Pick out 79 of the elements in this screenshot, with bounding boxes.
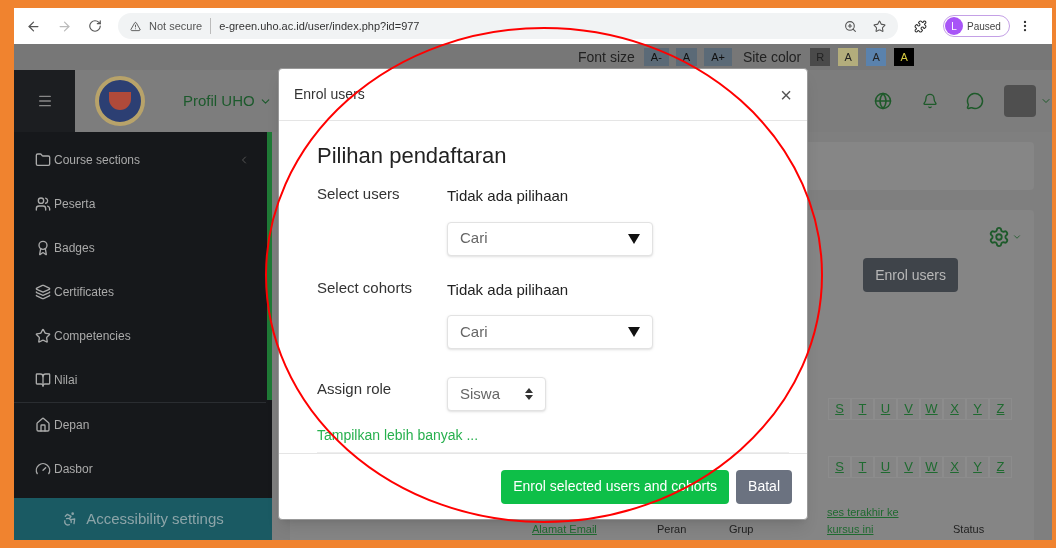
sidebar-item[interactable]: Nilai [14, 358, 266, 402]
star-icon[interactable] [873, 19, 886, 33]
initial-letter-link[interactable]: T [851, 456, 874, 478]
gauge-icon [35, 461, 51, 477]
security-label: Not secure [149, 18, 203, 34]
enrol-users-button[interactable]: Enrol users [863, 258, 958, 292]
url-text: e-green.uho.ac.id/user/index.php?id=977 [210, 17, 420, 35]
initial-letter-link[interactable]: W [920, 456, 943, 478]
globe-icon[interactable] [874, 92, 892, 110]
dialog-heading: Pilihan pendaftaran [317, 142, 508, 170]
accessibility-settings-button[interactable]: Accessibility settings [14, 498, 272, 540]
folder-icon [35, 152, 51, 168]
font-size-button[interactable]: A- [643, 48, 669, 66]
initial-letter-link[interactable]: U [874, 456, 897, 478]
initial-letter-link[interactable]: V [897, 456, 920, 478]
column-header[interactable]: Alamat Email [532, 520, 642, 537]
initial-letter-link[interactable]: Z [989, 398, 1012, 420]
initial-letter-link[interactable]: S [828, 456, 851, 478]
site-color-label: Site color [742, 47, 802, 67]
initial-letter-link[interactable]: U [874, 398, 897, 420]
brand-dropdown[interactable]: Profil UHO [183, 89, 272, 113]
search-dropdown[interactable]: Cari [447, 221, 653, 256]
font-size-label: Font size [578, 47, 635, 67]
sidebar-item[interactable]: Dasbor [14, 447, 266, 491]
font-size-button[interactable]: A+ [704, 48, 732, 66]
initial-letter-link[interactable]: V [897, 398, 920, 420]
forward-icon[interactable] [57, 18, 72, 34]
initial-letter-link[interactable]: X [943, 456, 966, 478]
address-bar[interactable]: Not secure e-green.uho.ac.id/user/index.php?id=977 [118, 13, 898, 39]
sort-arrows-icon [525, 388, 533, 400]
users-icon [35, 196, 51, 212]
initial-letter-link[interactable]: Y [966, 456, 989, 478]
star-icon [35, 328, 51, 344]
initial-letter-link[interactable]: W [920, 398, 943, 420]
sidebar-item[interactable]: Depan [14, 403, 266, 447]
initial-letter-link[interactable]: Z [989, 456, 1012, 478]
initial-letter-link[interactable]: T [851, 398, 874, 420]
caret-icon[interactable] [1012, 232, 1022, 242]
close-button[interactable]: × [780, 84, 792, 105]
cancel-button[interactable]: Batal [736, 469, 792, 504]
settings-icon[interactable] [988, 226, 1010, 248]
warning-icon [130, 20, 141, 32]
field-label: Select users [317, 185, 400, 202]
column-header[interactable]: Grup [729, 520, 809, 537]
initial-letter-link[interactable]: X [943, 398, 966, 420]
sidebar-item[interactable]: Competencies [14, 314, 266, 358]
dropdown-triangle-icon [628, 232, 640, 245]
role-select[interactable]: Siswa [447, 377, 546, 411]
zoom-icon[interactable] [844, 19, 857, 33]
university-logo [95, 76, 145, 126]
column-header[interactable]: ses terakhir ke kursus ini [827, 504, 927, 537]
initial-letter-link[interactable]: Y [966, 398, 989, 420]
layers-icon [35, 284, 51, 300]
column-header[interactable]: Status [953, 520, 1013, 537]
back-icon[interactable] [26, 18, 41, 34]
reload-icon[interactable] [88, 19, 102, 33]
menu-icon[interactable] [36, 93, 53, 109]
no-selection-text: Tidak ada pilihaan [447, 186, 570, 206]
sidebar-item[interactable]: Badges [14, 226, 266, 270]
award-icon [35, 240, 51, 256]
home-icon [35, 417, 51, 433]
column-header[interactable]: Peran [657, 520, 717, 537]
search-dropdown[interactable]: Cari [447, 315, 653, 349]
site-color-button[interactable]: A [894, 48, 915, 66]
site-color-button[interactable]: A [866, 48, 887, 66]
extensions-icon[interactable] [914, 19, 927, 33]
dropdown-triangle-icon [628, 326, 640, 338]
sidebar-item[interactable]: Course sections [14, 138, 266, 182]
sidebar-item[interactable]: Certificates [14, 270, 266, 314]
sidebar-item[interactable]: Peserta [14, 182, 266, 226]
no-selection-text: Tidak ada pilihaan [447, 279, 570, 300]
font-size-button[interactable]: A [675, 48, 698, 66]
field-label: Assign role [317, 380, 392, 397]
initial-letter-link[interactable]: S [828, 398, 851, 420]
chat-icon[interactable] [966, 92, 984, 110]
field-label: Select cohorts [317, 278, 413, 296]
book-icon [35, 372, 51, 388]
notification-icon[interactable] [922, 93, 938, 109]
site-color-button[interactable]: A [838, 48, 859, 66]
